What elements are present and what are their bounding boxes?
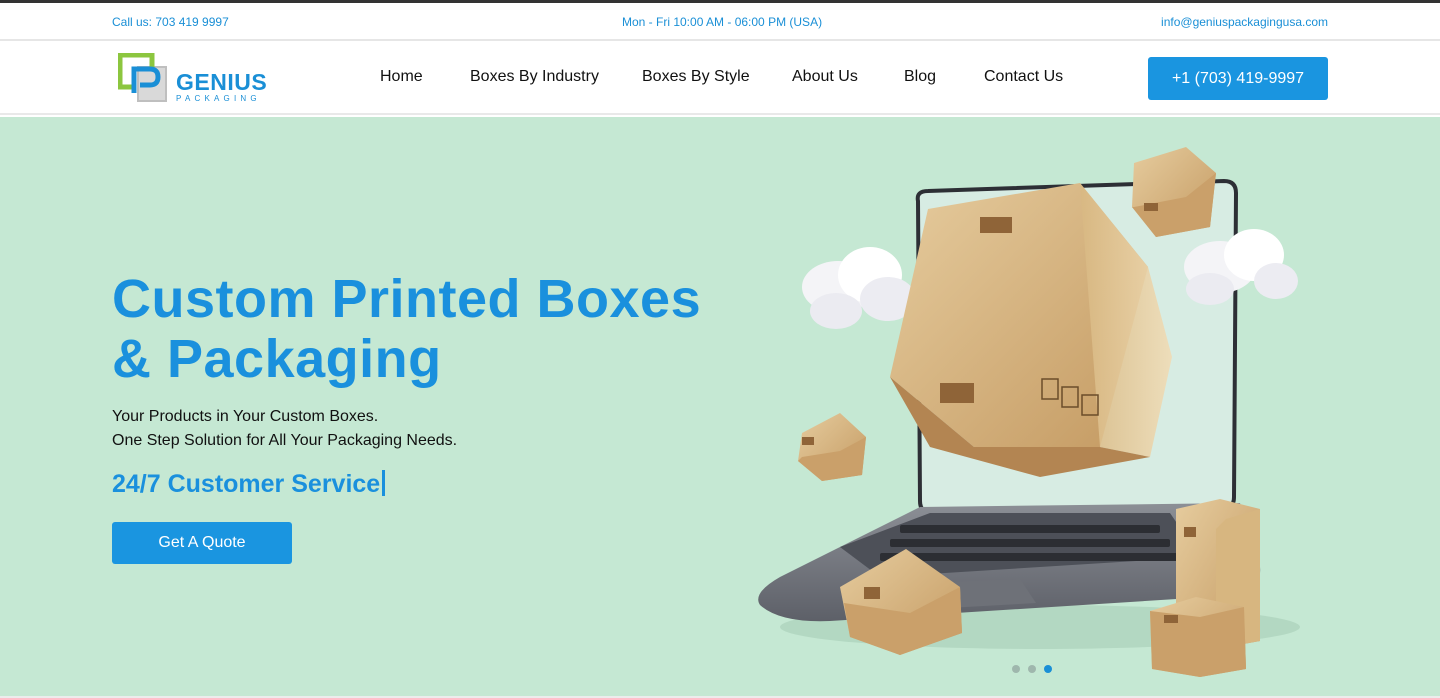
topbar-hours: Mon - Fri 10:00 AM - 06:00 PM (USA)	[622, 15, 823, 29]
hero-title-line-2: & Packaging	[112, 329, 442, 389]
hero-title: Custom Printed Boxes & Packaging	[112, 269, 701, 389]
slider-pagination	[1012, 665, 1056, 675]
hero-subtitle: Your Products in Your Custom Boxes. One …	[112, 405, 457, 453]
logo-mark-icon	[118, 53, 167, 102]
hero-subtitle-line-1: Your Products in Your Custom Boxes.	[112, 408, 379, 425]
brand-tagline: PACKAGING	[176, 94, 261, 103]
topbar-phone[interactable]: Call us: 703 419 9997	[112, 15, 229, 29]
hero-subtitle-line-2: One Step Solution for All Your Packaging…	[112, 432, 458, 449]
hero-service-headline: 24/7 Customer Service	[112, 470, 386, 499]
nav-item-about-us[interactable]: About Us	[792, 68, 858, 86]
topbar-email[interactable]: info@geniuspackagingusa.com	[1161, 15, 1328, 29]
call-phone-button[interactable]: +1 (703) 419-9997	[1148, 57, 1328, 100]
main-navbar: GENIUS PACKAGING Home Boxes By Industry …	[0, 43, 1440, 115]
laptop-boxes-illustration	[758, 147, 1300, 677]
typing-cursor	[382, 470, 386, 496]
hero-title-line-1: Custom Printed Boxes	[112, 269, 702, 329]
brand-name: GENIUS	[176, 69, 268, 95]
typed-service-text: 24/7 Customer Service	[112, 470, 381, 498]
nav-item-contact-us[interactable]: Contact Us	[984, 68, 1063, 86]
hero-section: Custom Printed Boxes & Packaging Your Pr…	[0, 117, 1440, 697]
slider-dot-3-active[interactable]	[1044, 665, 1052, 673]
nav-item-home[interactable]: Home	[380, 68, 423, 86]
get-a-quote-button[interactable]: Get A Quote	[112, 522, 292, 564]
slider-dot-2[interactable]	[1028, 665, 1036, 673]
nav-item-boxes-by-industry[interactable]: Boxes By Industry	[470, 68, 599, 86]
top-info-bar: Call us: 703 419 9997 Mon - Fri 10:00 AM…	[0, 3, 1440, 41]
nav-item-boxes-by-style[interactable]: Boxes By Style	[642, 68, 750, 86]
brand-logo[interactable]: GENIUS PACKAGING	[118, 53, 268, 105]
slider-dot-1[interactable]	[1012, 665, 1020, 673]
nav-item-blog[interactable]: Blog	[904, 68, 936, 86]
